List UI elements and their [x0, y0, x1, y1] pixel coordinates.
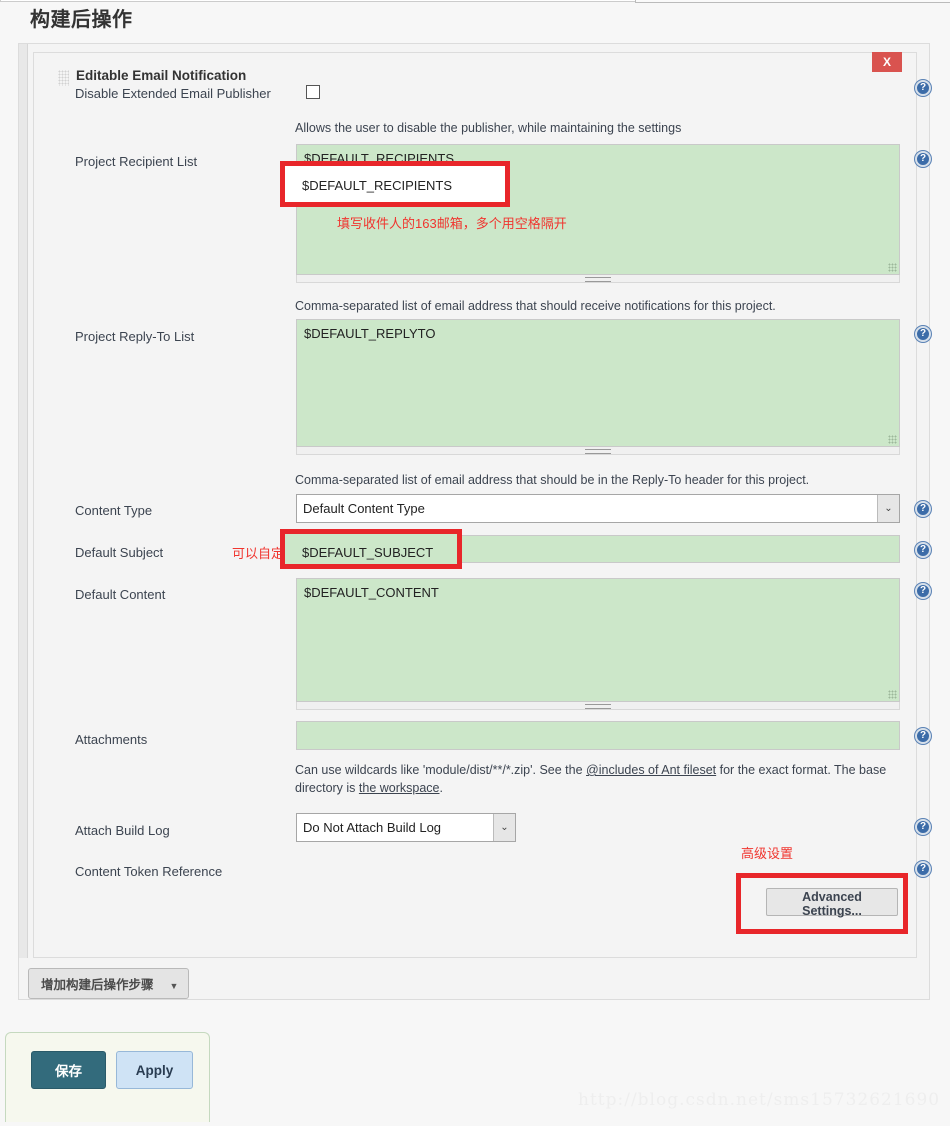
cutoff-box-top-left: [0, 0, 740, 2]
add-post-build-step-label: 增加构建后操作步骤: [41, 978, 154, 992]
disable-publisher-label: Disable Extended Email Publisher: [75, 86, 271, 101]
annotation-advanced-note: 高级设置: [741, 846, 794, 861]
project-reply-to-list-help-text: Comma-separated list of email address th…: [295, 473, 810, 487]
attach-build-log-select[interactable]: Do Not Attach Build Log: [296, 813, 516, 842]
editable-email-notification-panel: Editable Email Notification X Disable Ex…: [33, 52, 931, 958]
annotation-recipient-note: 填写收件人的163邮箱，多个用空格隔开: [337, 216, 567, 231]
help-icon-default-subject[interactable]: ?: [915, 542, 931, 558]
content-type-select[interactable]: Default Content Type: [296, 494, 900, 523]
page-root: 构建后操作 Editable Email Notification X Disa…: [0, 0, 950, 1126]
attachments-help-text: Can use wildcards like 'module/dist/**/*…: [295, 761, 895, 797]
help-icon-default-content[interactable]: ?: [915, 583, 931, 599]
project-recipient-list-value: $DEFAULT_RECIPIENTS: [302, 178, 453, 193]
default-subject-label: Default Subject: [75, 545, 164, 560]
workspace-link[interactable]: the workspace: [359, 781, 440, 795]
save-bar: 保存 Apply: [5, 1032, 210, 1122]
close-button[interactable]: X: [872, 52, 902, 72]
project-recipient-list-help-text: Comma-separated list of email address th…: [295, 299, 776, 313]
panel-title: Editable Email Notification: [76, 68, 247, 83]
help-icon-project-recipient-list[interactable]: ?: [915, 151, 931, 167]
default-subject-value: $DEFAULT_SUBJECT: [302, 545, 434, 560]
content-type-label: Content Type: [75, 503, 153, 518]
attach-build-log-label: Attach Build Log: [75, 823, 170, 838]
add-post-build-step-button[interactable]: 增加构建后操作步骤 ▼: [28, 968, 190, 999]
project-recipient-list-label: Project Recipient List: [75, 154, 198, 169]
help-icon-attachments[interactable]: ?: [915, 728, 931, 744]
cutoff-box-top-right: [635, 0, 950, 3]
help-icon-attach-build-log[interactable]: ?: [915, 819, 931, 835]
content-token-reference-label: Content Token Reference: [75, 864, 223, 879]
project-reply-to-list-textarea[interactable]: [296, 319, 900, 447]
default-content-textarea[interactable]: [296, 578, 900, 702]
page-title: 构建后操作: [30, 9, 133, 31]
save-button[interactable]: 保存: [31, 1051, 106, 1089]
project-recipient-list-textarea[interactable]: [296, 144, 900, 275]
attachments-help-prefix: Can use wildcards like 'module/dist/**/*…: [295, 763, 587, 777]
apply-button[interactable]: Apply: [116, 1051, 193, 1089]
ant-fileset-link[interactable]: @includes of Ant fileset: [586, 763, 716, 777]
disable-publisher-help-text: Allows the user to disable the publisher…: [295, 121, 682, 135]
reply-to-drag-bar[interactable]: [296, 447, 900, 455]
recipient-drag-bar[interactable]: [296, 275, 900, 283]
help-icon-project-reply-to-list[interactable]: ?: [915, 326, 931, 342]
attachments-help-suffix: .: [439, 781, 443, 796]
attachments-input[interactable]: [296, 721, 900, 750]
default-content-drag-bar[interactable]: [296, 702, 900, 710]
drag-grip-icon[interactable]: [58, 70, 69, 86]
section-left-rail: [19, 44, 28, 958]
disable-publisher-checkbox[interactable]: [306, 85, 320, 99]
default-content-label: Default Content: [75, 587, 166, 602]
caret-down-icon: ▼: [169, 981, 179, 991]
help-icon-disable-publisher[interactable]: ?: [915, 80, 931, 96]
attachments-label: Attachments: [75, 732, 148, 747]
help-icon-content-token-reference[interactable]: ?: [915, 861, 931, 877]
advanced-settings-button[interactable]: Advanced Settings...: [766, 888, 898, 918]
watermark: http://blog.csdn.net/sms15732621690: [578, 1090, 941, 1110]
post-build-actions-section: Editable Email Notification X Disable Ex…: [18, 43, 931, 1000]
project-reply-to-list-label: Project Reply-To List: [75, 329, 195, 344]
help-icon-content-type[interactable]: ?: [915, 501, 931, 517]
